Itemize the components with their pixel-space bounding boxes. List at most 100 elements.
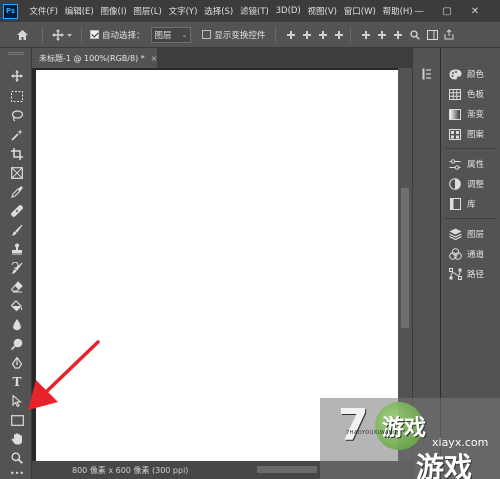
auto-select-label: 自动选择： (102, 30, 145, 41)
path-selection-tool-icon[interactable] (8, 393, 26, 409)
menu-image[interactable]: 图像(I) (97, 5, 130, 17)
close-button[interactable]: ✕ (464, 0, 486, 22)
hand-tool-icon[interactable] (8, 431, 26, 447)
panel-label: 路径 (467, 270, 485, 280)
panel-label: 图层 (467, 230, 485, 240)
document-size-status: 800 像素 x 600 像素 (300 ppi) (72, 465, 189, 475)
layer-dropdown-value: 图层 (154, 30, 172, 41)
watermark-numeral: 7 (338, 400, 369, 451)
menu-type[interactable]: 文字(Y) (165, 5, 201, 17)
swatches-grid-icon (448, 88, 462, 100)
rectangle-tool-icon[interactable] (8, 412, 26, 428)
blur-tool-icon[interactable] (8, 317, 26, 333)
options-divider (42, 26, 43, 43)
history-brush-tool-icon[interactable] (8, 260, 26, 276)
watermark-english: 7HAOYOUXIWANG (346, 430, 398, 436)
layers-icon (448, 228, 462, 240)
watermark-title-top: 游戏 (382, 416, 427, 441)
panel-label: 属性 (467, 160, 485, 170)
toolbar-grip[interactable] (8, 52, 24, 55)
distribute-bottom-icon[interactable] (393, 30, 403, 40)
channels-icon (448, 248, 462, 260)
magic-wand-tool-icon[interactable] (8, 127, 26, 143)
share-icon[interactable] (443, 29, 455, 40)
site-watermark: 7 游戏 7HAOYOUXIWANG xiayx.com 游戏 (320, 398, 500, 479)
menu-view[interactable]: 视图(V) (304, 5, 340, 17)
show-transform-label: 显示变换控件 (214, 30, 266, 41)
menu-window[interactable]: 窗口(W) (340, 5, 379, 17)
menu-file[interactable]: 文件(F) (26, 5, 61, 17)
marquee-tool-icon[interactable] (8, 88, 26, 104)
panel-libraries[interactable]: 库 (441, 194, 500, 214)
tools-panel: T ••• (0, 48, 32, 479)
document-tab-bar: 未标题-1 @ 100%(RGB/8) * × (32, 48, 412, 68)
menu-3d[interactable]: 3D(D) (272, 6, 304, 16)
move-tool-preset-icon[interactable] (51, 28, 75, 41)
photoshop-logo: Ps (3, 3, 18, 19)
eyedropper-tool-icon[interactable] (8, 184, 26, 200)
minimize-button[interactable]: — (408, 0, 430, 22)
workspace-icon[interactable] (425, 29, 439, 40)
align-right-icon[interactable] (318, 30, 328, 40)
chevron-down-icon: ⌄ (181, 30, 188, 39)
options-bar: 自动选择： 图层 ⌄ 显示变换控件 (0, 22, 500, 48)
paint-bucket-tool-icon[interactable] (8, 298, 26, 314)
eraser-tool-icon[interactable] (8, 279, 26, 295)
home-icon[interactable] (14, 29, 30, 41)
frame-tool-icon[interactable] (8, 165, 26, 181)
paths-icon (448, 268, 462, 280)
clone-stamp-tool-icon[interactable] (8, 241, 26, 257)
search-icon[interactable] (409, 29, 421, 40)
panel-channels[interactable]: 通道 (441, 244, 500, 264)
type-tool-icon[interactable]: T (8, 374, 26, 390)
options-divider (350, 26, 352, 43)
panel-patterns[interactable]: 图案 (441, 124, 500, 144)
menu-select[interactable]: 选择(S) (201, 5, 237, 17)
pattern-icon (448, 128, 462, 140)
panel-color[interactable]: 颜色 (441, 64, 500, 84)
panel-properties[interactable]: 属性 (441, 154, 500, 174)
history-panel-icon[interactable] (420, 66, 434, 82)
align-top-icon[interactable] (334, 30, 344, 40)
panel-paths[interactable]: 路径 (441, 264, 500, 284)
dodge-tool-icon[interactable] (8, 336, 26, 352)
options-divider (275, 26, 277, 43)
maximize-button[interactable]: ▢ (436, 0, 458, 22)
align-horizontal-center-icon[interactable] (302, 30, 312, 40)
move-tool-icon[interactable] (8, 68, 26, 84)
menu-filter[interactable]: 滤镜(T) (237, 5, 273, 17)
panel-label: 通道 (467, 250, 485, 260)
color-palette-icon (448, 68, 462, 80)
vertical-scroll-thumb[interactable] (401, 188, 409, 328)
pen-tool-icon[interactable] (8, 355, 26, 371)
panel-label: 色板 (467, 90, 485, 100)
brush-tool-icon[interactable] (8, 222, 26, 238)
lasso-tool-icon[interactable] (8, 108, 26, 124)
gradient-icon (448, 108, 462, 120)
auto-select-checkbox[interactable] (90, 30, 99, 39)
horizontal-scroll-thumb[interactable] (257, 466, 317, 473)
panel-layers[interactable]: 图层 (441, 224, 500, 244)
zoom-tool-icon[interactable] (8, 450, 26, 466)
panel-group-divider (445, 218, 496, 219)
show-transform-checkbox[interactable] (202, 30, 212, 39)
distribute-vertical-icon[interactable] (377, 30, 387, 40)
more-tools-button[interactable]: ••• (8, 465, 26, 479)
panel-gradient[interactable]: 渐变 (441, 104, 500, 124)
healing-brush-tool-icon[interactable] (8, 203, 26, 219)
library-icon (448, 198, 462, 210)
panel-label: 颜色 (467, 70, 485, 80)
crop-tool-icon[interactable] (8, 146, 26, 162)
close-tab-icon[interactable]: × (151, 54, 158, 63)
layer-group-dropdown[interactable]: 图层 ⌄ (150, 26, 192, 43)
panel-label: 调整 (467, 180, 485, 190)
panel-adjustments[interactable]: 调整 (441, 174, 500, 194)
panel-swatches[interactable]: 色板 (441, 84, 500, 104)
menu-edit[interactable]: 编辑(E) (61, 5, 97, 17)
document-tab[interactable]: 未标题-1 @ 100%(RGB/8) * × (32, 48, 157, 68)
distribute-top-icon[interactable] (361, 30, 371, 40)
menu-layer[interactable]: 图层(L) (130, 5, 165, 17)
panel-group-divider (445, 148, 496, 149)
panel-label: 渐变 (467, 110, 485, 120)
align-left-icon[interactable] (286, 30, 296, 40)
